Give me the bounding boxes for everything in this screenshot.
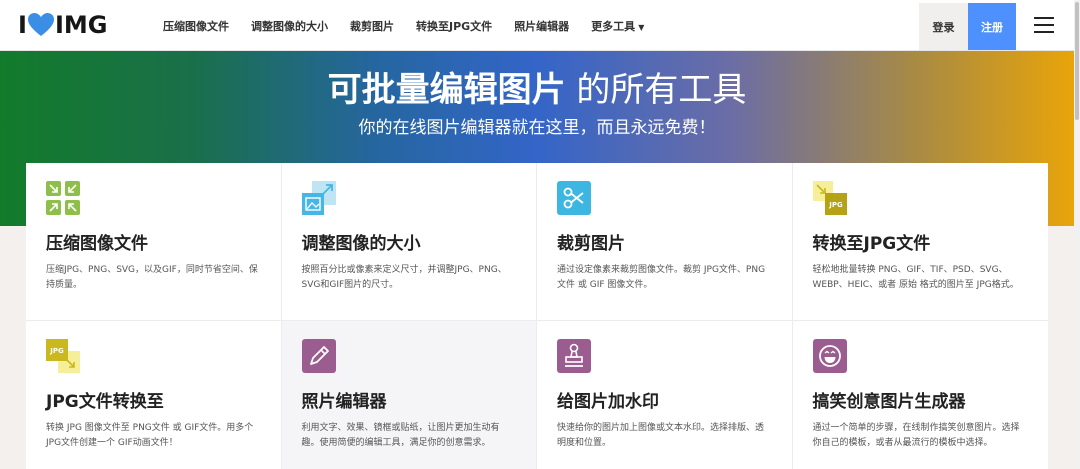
ilovimg-logo[interactable]: I IMG: [18, 11, 107, 39]
card-title: 调整图像的大小: [301, 234, 421, 254]
menu-item-photo-editor[interactable]: 照片编辑器: [503, 18, 580, 34]
login-button[interactable]: 登录: [919, 3, 968, 50]
card-title: 压缩图像文件: [46, 234, 148, 254]
card-title: 给图片加水印: [557, 392, 659, 412]
menu-item-more-tools[interactable]: 更多工具 ▼: [580, 18, 655, 34]
watermark-icon: [557, 339, 591, 373]
card-title: 转换至JPG文件: [812, 234, 931, 254]
menu-item-convert-to-jpg[interactable]: 转换至JPG文件: [405, 18, 503, 34]
card-description: 通过一个简单的步骤，在线制作搞笑创意图片。选择你自己的模板，或者从最流行的模板中…: [812, 423, 1020, 448]
tool-card-watermark[interactable]: 给图片加水印 快速给你的图片加上图像或文本水印。选择排版、透明度和位置。: [537, 321, 793, 469]
card-title: 裁剪图片: [557, 234, 625, 254]
top-navbar: I IMG 压缩图像文件 调整图像的大小 裁剪图片 转换至JPG文件 照片编辑器…: [0, 0, 1074, 51]
card-description: 按照百分比或像素来定义尺寸，并调整JPG、PNG、SVG和GIF图片的尺寸。: [301, 265, 507, 290]
menu-item-compress[interactable]: 压缩图像文件: [152, 18, 240, 34]
card-description: 通过设定像素来裁剪图像文件。裁剪 JPG文件、PNG文件 或 GIF 图像文件。: [557, 265, 766, 290]
hero-title-light: 的所有工具: [565, 70, 747, 110]
tool-card-resize[interactable]: 调整图像的大小 按照百分比或像素来定义尺寸，并调整JPG、PNG、SVG和GIF…: [281, 163, 537, 321]
tool-card-photo-editor[interactable]: 照片编辑器 利用文字、效果、镜框或贴纸，让图片更加生动有趣。使用简便的编辑工具，…: [281, 321, 537, 469]
more-tools-label: 更多工具: [591, 19, 636, 33]
hero-title-bold: 可批量编辑图片: [327, 70, 566, 110]
tool-card-crop[interactable]: 裁剪图片 通过设定像素来裁剪图像文件。裁剪 JPG文件、PNG文件 或 GIF …: [537, 163, 793, 321]
meme-generator-icon: [812, 339, 847, 373]
tools-grid: 压缩图像文件 压缩JPG、PNG、SVG，以及GIF，同时节省空间、保持质量。 …: [26, 163, 1048, 469]
photo-editor-icon: [301, 339, 336, 373]
hero-title: 可批量编辑图片 的所有工具: [0, 68, 1074, 112]
resize-icon: [301, 181, 336, 215]
tool-card-meme-generator[interactable]: 搞笑创意图片生成器 通过一个简单的步骤，在线制作搞笑创意图片。选择你自己的模板，…: [792, 321, 1048, 469]
card-title: JPG文件转换至: [46, 392, 164, 412]
logo-text-img: IMG: [54, 11, 108, 39]
signup-button[interactable]: 注册: [968, 3, 1016, 50]
card-description: 轻松地批量转换 PNG、GIF、TIF、PSD、SVG、WEBP、HEIC、或者…: [812, 265, 1019, 290]
convert-to-jpg-icon: JPG: [812, 181, 847, 215]
main-menu: 压缩图像文件 调整图像的大小 裁剪图片 转换至JPG文件 照片编辑器 更多工具 ▼: [152, 0, 655, 51]
card-description: 快速给你的图片加上图像或文本水印。选择排版、透明度和位置。: [557, 423, 765, 448]
tool-card-convert-to-jpg[interactable]: JPG 转换至JPG文件 轻松地批量转换 PNG、GIF、TIF、PSD、SVG…: [792, 163, 1048, 321]
caret-down-icon: ▼: [638, 22, 645, 32]
tool-card-convert-from-jpg[interactable]: JPG JPG文件转换至 转换 JPG 图像文件至 PNG文件 或 GIF文件。…: [26, 321, 282, 469]
logo-letter-i: I: [18, 11, 27, 39]
crop-icon: [557, 181, 591, 215]
compress-icon: [46, 181, 80, 215]
card-title: 搞笑创意图片生成器: [812, 392, 966, 412]
scrollbar-thumb[interactable]: [1075, 2, 1079, 120]
convert-from-jpg-icon: JPG: [46, 339, 80, 373]
svg-text:JPG: JPG: [49, 347, 64, 355]
card-description: 压缩JPG、PNG、SVG，以及GIF，同时节省空间、保持质量。: [46, 265, 258, 290]
hamburger-menu-icon[interactable]: [1034, 17, 1054, 33]
menu-item-resize[interactable]: 调整图像的大小: [240, 18, 339, 34]
card-description: 利用文字、效果、镜框或贴纸，让图片更加生动有趣。使用简便的编辑工具，满足你的创意…: [301, 423, 500, 448]
card-description: 转换 JPG 图像文件至 PNG文件 或 GIF文件。用多个JPG文件创建一个 …: [46, 423, 254, 448]
card-title: 照片编辑器: [301, 392, 387, 412]
menu-item-crop[interactable]: 裁剪图片: [339, 18, 405, 34]
hero-subtitle: 你的在线图片编辑器就在这里，而且永远免费！: [358, 118, 716, 138]
heart-icon: [27, 13, 54, 36]
tool-card-compress[interactable]: 压缩图像文件 压缩JPG、PNG、SVG，以及GIF，同时节省空间、保持质量。: [26, 163, 282, 321]
svg-text:JPG: JPG: [828, 201, 843, 209]
